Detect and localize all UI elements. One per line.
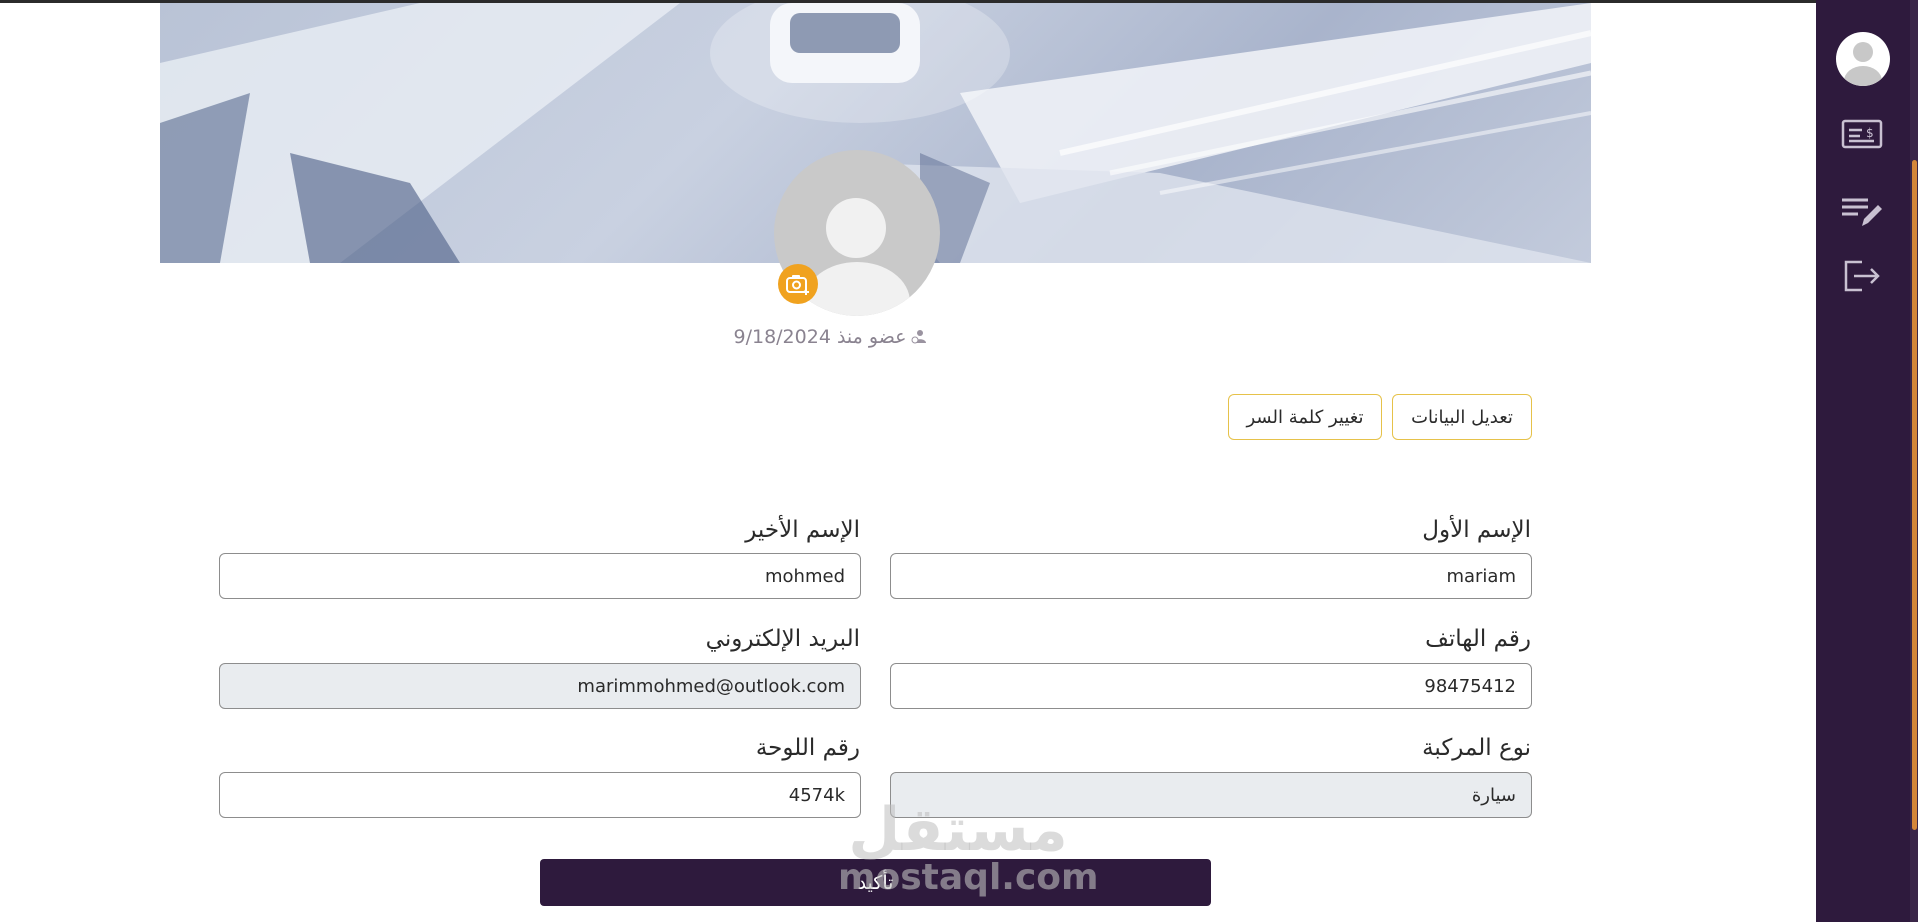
vehicle-type-input[interactable] xyxy=(890,772,1532,818)
email-label: البريد الإلكتروني xyxy=(705,626,860,652)
avatar-body-shape xyxy=(804,262,910,316)
phone-input[interactable] xyxy=(890,663,1532,709)
member-since-label: عضو منذ xyxy=(836,326,907,348)
sidebar-scroll-thumb[interactable] xyxy=(1912,160,1917,830)
phone-label: رقم الهاتف xyxy=(1425,626,1531,652)
change-photo-button[interactable] xyxy=(778,264,818,304)
vehicle-type-label: نوع المركبة xyxy=(1422,735,1531,761)
side-avatar-head xyxy=(1853,42,1873,62)
member-since: عضو منذ 9/18/2024 xyxy=(680,326,980,349)
camera-plus-icon xyxy=(786,275,809,295)
profile-page: عضو منذ 9/18/2024 تعديل البيانات تغيير ك… xyxy=(0,0,1918,922)
plate-number-label: رقم اللوحة xyxy=(755,735,860,761)
first-name-input[interactable] xyxy=(890,553,1532,599)
payment-icon[interactable]: $ xyxy=(1840,116,1884,152)
tab-edit-data[interactable]: تعديل البيانات xyxy=(1392,394,1532,440)
edit-list-icon[interactable] xyxy=(1840,194,1884,230)
sidebar: $ xyxy=(1816,0,1918,922)
last-name-input[interactable] xyxy=(219,553,861,599)
tab-change-password[interactable]: تغيير كلمة السر xyxy=(1228,394,1382,440)
last-name-label: الإسم الأخير xyxy=(745,517,860,543)
side-avatar-body xyxy=(1844,66,1882,86)
user-avatar-icon[interactable] xyxy=(1836,32,1890,86)
logout-icon[interactable] xyxy=(1840,258,1884,294)
svg-text:$: $ xyxy=(1866,126,1874,140)
member-since-date: 9/18/2024 xyxy=(733,326,831,348)
first-name-label: الإسم الأول xyxy=(1422,517,1531,543)
confirm-button[interactable]: تأكيد xyxy=(540,859,1211,906)
plate-number-input[interactable] xyxy=(219,772,861,818)
user-check-icon xyxy=(911,327,927,349)
email-input[interactable] xyxy=(219,663,861,709)
avatar-head-shape xyxy=(826,198,886,258)
